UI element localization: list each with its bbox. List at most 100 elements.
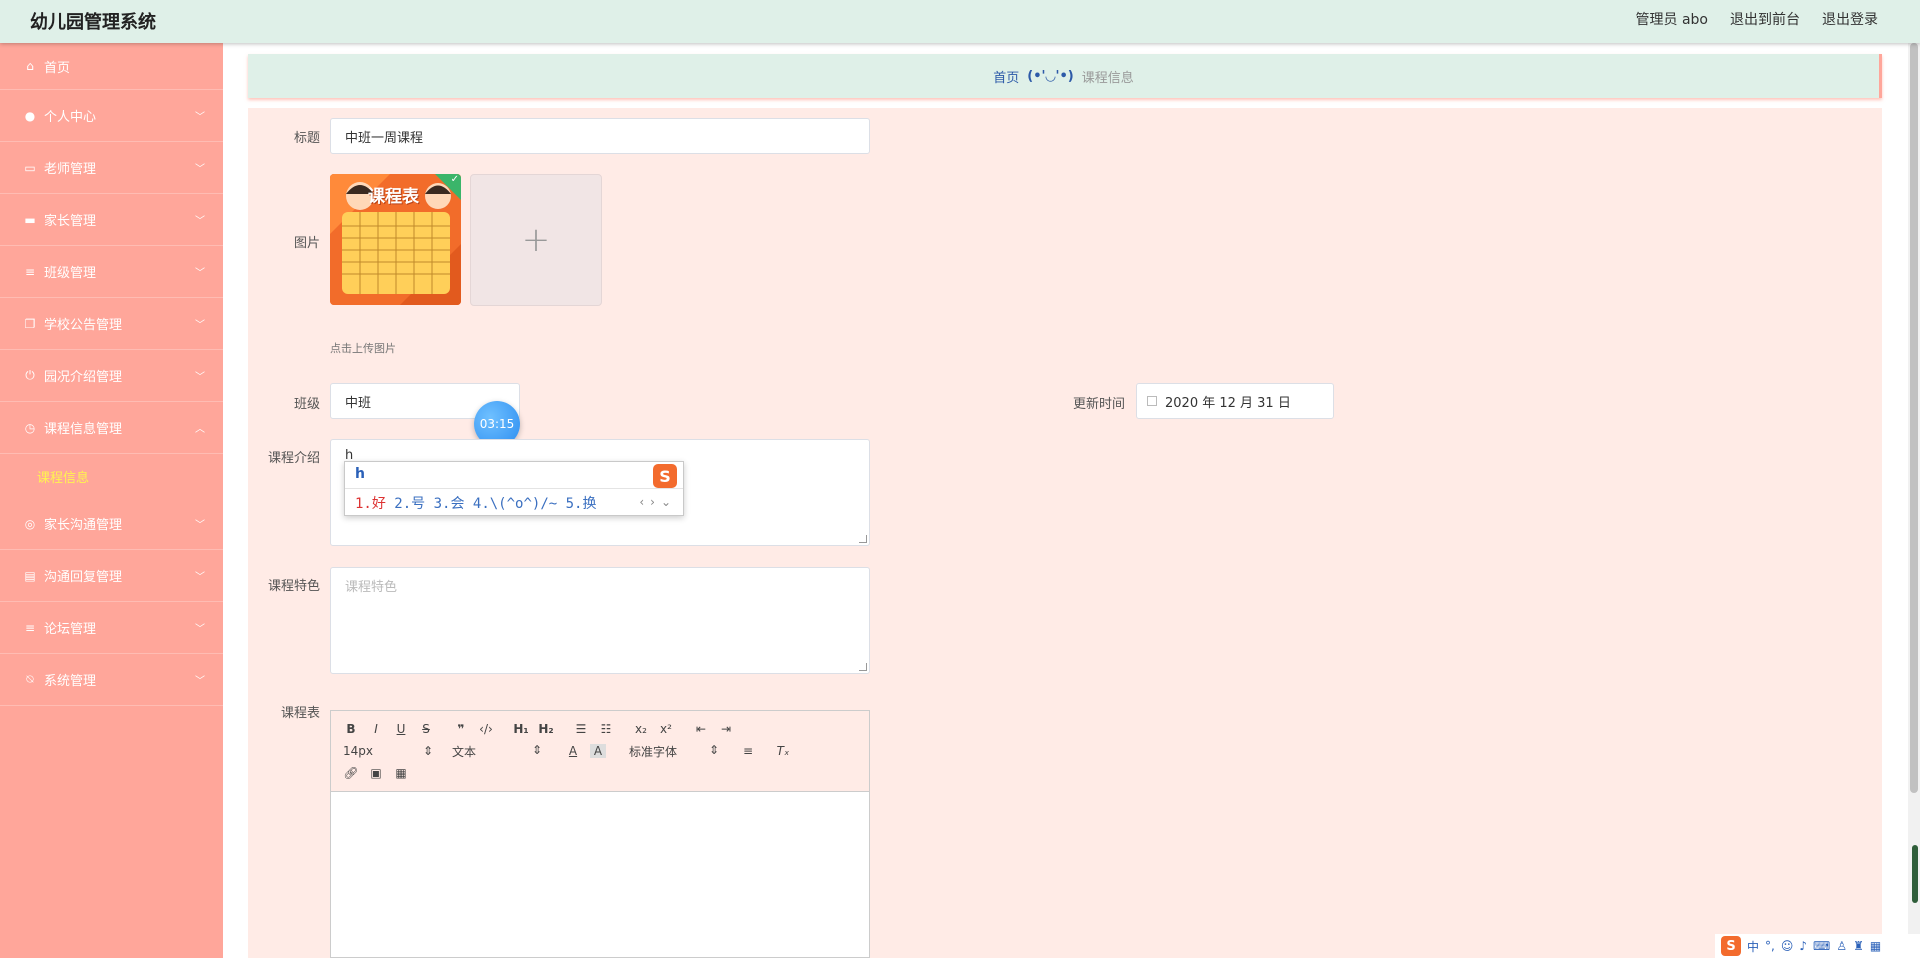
ime-language[interactable]: 中 xyxy=(1747,938,1759,955)
toolbox-icon[interactable]: ▦ xyxy=(1870,939,1881,953)
bold-icon[interactable]: B xyxy=(343,722,359,736)
background-color-icon[interactable]: A xyxy=(590,744,606,758)
chevron-down-icon: ﹀ xyxy=(195,676,205,687)
menu-icon: ≡ xyxy=(24,620,36,635)
chevron-down-icon: ﹀ xyxy=(195,112,205,123)
sidebar-item-communication[interactable]: ◎ 家长沟通管理 ﹀ xyxy=(0,498,223,550)
ime-candidate[interactable]: 5.换 xyxy=(566,496,597,512)
ime-candidate[interactable]: 3.会 xyxy=(434,496,465,512)
text-color-icon[interactable]: A xyxy=(565,744,581,758)
exit-to-front-link[interactable]: 退出到前台 xyxy=(1730,9,1800,29)
target-icon: ◎ xyxy=(24,516,36,531)
sidebar-item-label: 老师管理 xyxy=(44,162,97,177)
header-value: 文本 xyxy=(452,744,477,759)
sidebar-subitem-course-info[interactable]: 课程信息 xyxy=(0,454,223,498)
plus-icon: + xyxy=(521,220,551,260)
chevron-down-icon: ﹀ xyxy=(195,320,205,331)
ime-candidate[interactable]: 2.号 xyxy=(394,496,425,512)
sidebar-item-label: 家长沟通管理 xyxy=(44,518,123,533)
font-family-select[interactable]: 标准字体 ⇕ xyxy=(629,743,719,760)
thumbnail-caption: 课程表 xyxy=(368,187,419,207)
admin-user[interactable]: 管理员 abo xyxy=(1636,9,1708,29)
scrollbar-thumb[interactable] xyxy=(1910,43,1918,793)
sidebar-item-parents[interactable]: ▬ 家长管理 ﹀ xyxy=(0,194,223,246)
image-upload-button[interactable]: + xyxy=(470,174,602,306)
chevron-down-icon: ﹀ xyxy=(195,164,205,175)
side-indicator xyxy=(1912,845,1918,903)
video-icon[interactable]: ▦ xyxy=(393,766,409,780)
chevron-down-icon: ﹀ xyxy=(195,520,205,531)
bullet-list-icon[interactable]: ☷ xyxy=(598,722,614,736)
menu-icon: ≡ xyxy=(24,264,36,279)
sidebar-item-label: 班级管理 xyxy=(44,266,97,281)
class-label: 班级 xyxy=(293,397,320,412)
resize-handle-icon[interactable] xyxy=(859,535,867,543)
uploaded-image-thumbnail[interactable]: 课程表 ✓ xyxy=(330,174,461,305)
link-icon[interactable]: 🔗︎ xyxy=(343,766,359,780)
sidebar-item-home[interactable]: ⌂ 首页 xyxy=(0,43,223,90)
title-input[interactable]: 中班一周课程 xyxy=(330,118,870,154)
h1-icon[interactable]: H₁ xyxy=(513,722,529,736)
select-arrows-icon: ⇕ xyxy=(531,742,542,757)
italic-icon[interactable]: I xyxy=(368,722,384,736)
chevron-down-icon: ﹀ xyxy=(195,624,205,635)
user-icon: ● xyxy=(24,108,36,123)
top-header: 幼儿园管理系统 管理员 abo 退出到前台 退出登录 xyxy=(0,0,1920,43)
logout-link[interactable]: 退出登录 xyxy=(1822,9,1878,29)
image-icon[interactable]: ▣ xyxy=(368,766,384,780)
sidebar-item-label: 论坛管理 xyxy=(44,622,97,637)
update-time-picker[interactable]: 2020 年 12 月 31 日 xyxy=(1136,383,1334,419)
sidebar-item-forum[interactable]: ≡ 论坛管理 ﹀ xyxy=(0,602,223,654)
strike-icon[interactable]: S xyxy=(418,722,434,736)
code-block-icon[interactable]: ‹/› xyxy=(478,722,494,736)
schedule-label: 课程表 xyxy=(280,706,320,721)
sidebar-item-notices[interactable]: ❐ 学校公告管理 ﹀ xyxy=(0,298,223,350)
microphone-icon[interactable]: ♪ xyxy=(1799,939,1807,953)
ime-page-nav-icon[interactable]: ‹›⌄ xyxy=(639,495,677,509)
subscript-icon[interactable]: x₂ xyxy=(633,722,649,736)
sidebar-item-replies[interactable]: ▤ 沟通回复管理 ﹀ xyxy=(0,550,223,602)
align-icon[interactable]: ≡ xyxy=(740,744,756,758)
breadcrumb-home[interactable]: 首页 xyxy=(993,67,1019,86)
user-icon[interactable]: ♙ xyxy=(1836,939,1847,953)
font-size-value: 14px xyxy=(343,744,373,758)
briefcase-icon: ▤ xyxy=(24,568,36,583)
sidebar-item-intro[interactable]: ⏻ 园况介绍管理 ﹀ xyxy=(0,350,223,402)
editor-toolbar: B I U S ❞ ‹/› H₁ H₂ ☰ ☷ x₂ x² ⇤ ⇥ 14px ⇕… xyxy=(331,711,869,792)
ordered-list-icon[interactable]: ☰ xyxy=(573,722,589,736)
page-scrollbar[interactable] xyxy=(1908,43,1920,958)
ime-candidate-popup[interactable]: h S 1.好 2.号 3.会 4.\(^o^)/~ 5.换 ‹›⌄ xyxy=(344,461,684,516)
sidebar-item-classes[interactable]: ≡ 班级管理 ﹀ xyxy=(0,246,223,298)
sidebar-item-label: 个人中心 xyxy=(44,110,97,125)
underline-icon[interactable]: U xyxy=(393,722,409,736)
blockquote-icon[interactable]: ❞ xyxy=(453,722,469,736)
ime-candidate[interactable]: 1.好 xyxy=(355,496,386,512)
sidebar-item-courses[interactable]: ◷ 课程信息管理 ︿ xyxy=(0,402,223,454)
font-size-select[interactable]: 14px ⇕ xyxy=(343,744,433,758)
feature-placeholder: 课程特色 xyxy=(345,580,398,595)
emoji-icon[interactable]: ☺ xyxy=(1781,939,1794,953)
outdent-icon[interactable]: ⇤ xyxy=(693,722,709,736)
ime-status-bar[interactable]: S 中 °, ☺ ♪ ⌨ ♙ ♜ ▦ xyxy=(1715,934,1920,958)
rich-text-editor: B I U S ❞ ‹/› H₁ H₂ ☰ ☷ x₂ x² ⇤ ⇥ 14px ⇕… xyxy=(330,710,870,958)
keyboard-icon[interactable]: ⌨ xyxy=(1813,939,1830,953)
feature-textarea[interactable]: 课程特色 xyxy=(330,567,870,674)
ime-punctuation[interactable]: °, xyxy=(1765,939,1775,953)
sidebar-item-profile[interactable]: ● 个人中心 ﹀ xyxy=(0,90,223,142)
clear-format-icon[interactable]: Tₓ xyxy=(775,744,791,758)
ime-candidate[interactable]: 4.\(^o^)/~ xyxy=(473,496,557,512)
sidebar-item-system[interactable]: ⍉ 系统管理 ﹀ xyxy=(0,654,223,706)
ime-candidates: 1.好 2.号 3.会 4.\(^o^)/~ 5.换 xyxy=(355,493,596,513)
select-arrows-icon: ⇕ xyxy=(708,742,719,757)
image-label: 图片 xyxy=(293,236,320,251)
power-icon: ⏻ xyxy=(25,368,35,382)
skin-icon[interactable]: ♜ xyxy=(1853,939,1864,953)
check-icon: ✓ xyxy=(450,174,459,185)
indent-icon[interactable]: ⇥ xyxy=(718,722,734,736)
superscript-icon[interactable]: x² xyxy=(658,722,674,736)
update-time-value: 2020 年 12 月 31 日 xyxy=(1165,395,1291,411)
header-select[interactable]: 文本 ⇕ xyxy=(452,743,542,760)
sidebar-item-teachers[interactable]: ▭ 老师管理 ﹀ xyxy=(0,142,223,194)
resize-handle-icon[interactable] xyxy=(859,663,867,671)
h2-icon[interactable]: H₂ xyxy=(538,722,554,736)
